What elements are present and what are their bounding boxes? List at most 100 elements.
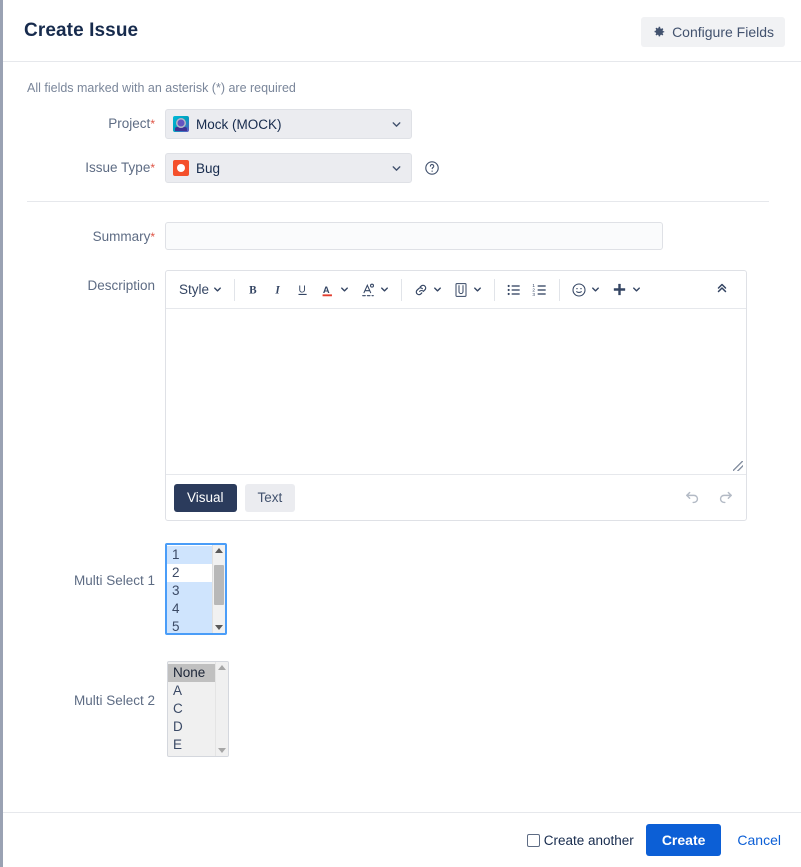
section-divider [27,201,769,202]
description-editor: Style B I [165,270,747,521]
list-item[interactable]: E [168,736,215,754]
help-circle-icon[interactable] [424,153,440,183]
multi-select-2[interactable]: None A C D E [167,661,229,757]
emoji-button[interactable] [566,277,606,303]
list-item[interactable]: C [168,700,215,718]
text-color-icon: A [321,282,336,298]
scroll-up-arrow-icon[interactable] [218,665,226,670]
style-dropdown[interactable]: Style [174,277,228,303]
field-row-multi-select-1: Multi Select 1 1 2 3 4 5 [3,543,785,635]
bold-icon: B [246,282,261,297]
style-dropdown-label: Style [179,282,209,297]
create-another-checkbox[interactable] [527,834,540,847]
editor-mode-visual[interactable]: Visual [174,484,237,512]
project-select[interactable]: Mock (MOCK) [165,109,412,139]
text-color-button[interactable]: A [316,277,355,303]
field-row-multi-select-2: Multi Select 2 None A C D E [3,661,785,757]
list-item[interactable]: 1 [167,546,212,564]
bullet-list-icon [506,282,522,298]
issue-type-select[interactable]: Bug [165,153,412,183]
dialog-body: All fields marked with an asterisk (*) a… [3,62,801,757]
redo-icon[interactable] [717,489,734,506]
bullet-list-button[interactable] [501,277,527,303]
list-item[interactable]: D [168,718,215,736]
numbered-list-icon: 1 2 3 [532,282,548,298]
undo-icon[interactable] [684,489,701,506]
attachment-icon [453,282,469,298]
multi-select-2-label: Multi Select 2 [3,661,165,711]
required-asterisk: * [150,117,155,131]
required-asterisk: * [150,161,155,175]
cancel-button[interactable]: Cancel [733,832,785,848]
toolbar-separator [559,279,560,301]
numbered-list-button[interactable]: 1 2 3 [527,277,553,303]
configure-fields-button[interactable]: Configure Fields [641,17,785,47]
italic-button[interactable]: I [266,277,291,303]
insert-more-button[interactable] [606,277,647,303]
create-issue-dialog: Create Issue Configure Fields All fields… [0,0,801,867]
multi-select-1-label: Multi Select 1 [3,543,165,591]
resize-handle[interactable] [733,461,743,471]
issue-type-label: Issue Type* [3,153,165,183]
create-another-checkbox-wrapper[interactable]: Create another [527,833,634,848]
configure-fields-label: Configure Fields [672,24,774,40]
attachment-button[interactable] [448,277,488,303]
project-avatar-icon [173,116,189,132]
issue-type-select-value: Bug [196,161,220,176]
description-textarea[interactable] [166,309,746,474]
editor-toolbar: Style B I [166,271,746,309]
chevron-down-icon [390,110,403,138]
multi-select-1[interactable]: 1 2 3 4 5 [165,543,227,635]
list-item[interactable]: A [168,682,215,700]
list-item[interactable]: None [168,664,215,682]
scroll-up-arrow-icon[interactable] [215,548,223,553]
create-another-label: Create another [544,833,634,848]
svg-text:B: B [249,285,257,297]
list-item[interactable]: 5 [167,618,212,635]
double-chevron-up-icon [715,281,729,300]
svg-text:A: A [323,285,330,295]
field-row-description: Description Style B [3,270,785,521]
list-item[interactable]: 3 [167,582,212,600]
summary-input[interactable] [165,222,663,250]
list-item[interactable]: 4 [167,600,212,618]
summary-label: Summary* [3,222,165,252]
field-row-issue-type: Issue Type* Bug [3,153,785,183]
collapse-toolbar-button[interactable] [710,278,734,302]
text-highlight-icon [360,282,376,298]
required-fields-hint: All fields marked with an asterisk (*) a… [3,62,785,95]
multi-select-1-scrollbar[interactable] [212,545,225,633]
toolbar-separator [234,279,235,301]
plus-icon [611,281,628,298]
text-highlight-button[interactable] [355,277,395,303]
svg-text:3: 3 [532,291,535,296]
dialog-footer: Create another Create Cancel [3,812,801,867]
create-button[interactable]: Create [646,824,722,856]
list-item[interactable]: 2 [167,564,212,582]
multi-select-2-scrollbar[interactable] [215,662,228,756]
link-button[interactable] [408,277,448,303]
toolbar-separator [401,279,402,301]
project-label: Project* [3,109,165,139]
field-row-summary: Summary* [3,222,785,252]
project-label-text: Project [108,116,150,131]
multi-select-2-options[interactable]: None A C D E [168,662,215,756]
bug-icon [173,160,189,176]
svg-text:I: I [274,285,280,297]
chevron-down-icon [390,154,403,182]
gear-icon [652,25,666,39]
summary-label-text: Summary [93,229,151,244]
underline-button[interactable]: U [291,277,316,303]
description-label-text: Description [87,278,155,293]
italic-icon: I [271,282,286,297]
bold-button[interactable]: B [241,277,266,303]
scroll-down-arrow-icon[interactable] [215,625,223,630]
scroll-down-arrow-icon[interactable] [218,748,226,753]
multi-select-1-options[interactable]: 1 2 3 4 5 [167,545,212,633]
underline-icon: U [296,282,311,297]
link-icon [413,282,429,298]
editor-mode-text[interactable]: Text [245,484,296,512]
toolbar-separator [494,279,495,301]
scrollbar-thumb[interactable] [214,565,224,605]
project-select-value: Mock (MOCK) [196,117,282,132]
